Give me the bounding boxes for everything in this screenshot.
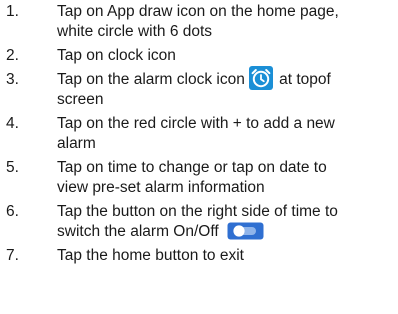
- step-text: Tap on the alarm clock icon: [57, 71, 245, 89]
- step-text: screen: [57, 91, 104, 109]
- step-7: 7. Tap the home button to exit: [0, 246, 398, 266]
- step-text: Tap on App draw icon on the home page,: [57, 3, 339, 20]
- alarm-clock-icon: [248, 66, 273, 90]
- step-number: 1.: [6, 3, 19, 20]
- steps-list: 1. Tap on App draw icon on the home page…: [0, 2, 398, 270]
- step-text: Tap the home button to exit: [57, 247, 244, 265]
- step-4: 4. Tap on the red circle with + to add a…: [0, 114, 398, 154]
- step-text-line: switch the alarm On/Off: [57, 222, 398, 242]
- step-text: view pre-set alarm information: [57, 179, 265, 197]
- step-1: 1. Tap on App draw icon on the home page…: [0, 2, 398, 42]
- step-number: 7.: [6, 247, 19, 265]
- step-number: 4.: [6, 115, 19, 133]
- step-text: Tap on time to change or tap on date to: [57, 159, 327, 177]
- step-text: Tap on the red circle with + to add a ne…: [57, 115, 335, 133]
- step-text: at topof: [279, 71, 331, 89]
- step-text: switch the alarm On/Off: [57, 223, 219, 241]
- step-text: Tap the button on the right side of time…: [57, 203, 338, 221]
- step-text-line: Tap on the alarm clock icon at topof: [57, 66, 398, 90]
- step-text: Tap on clock icon: [57, 47, 176, 64]
- step-2: 2. Tap on clock icon: [0, 46, 398, 66]
- step-5: 5. Tap on time to change or tap on date …: [0, 158, 398, 198]
- instructions-document: 1. Tap on App draw icon on the home page…: [0, 0, 398, 314]
- step-6: 6. Tap the button on the right side of t…: [0, 202, 398, 242]
- step-number: 5.: [6, 159, 19, 177]
- toggle-switch-icon: [227, 222, 264, 240]
- step-number: 2.: [6, 47, 19, 64]
- step-text: alarm: [57, 135, 96, 153]
- step-3: 3. Tap on the alarm clock icon at topof …: [0, 66, 398, 110]
- step-text: white circle with 6 dots: [57, 23, 213, 40]
- step-number: 6.: [6, 203, 19, 221]
- step-number: 3.: [6, 71, 19, 88]
